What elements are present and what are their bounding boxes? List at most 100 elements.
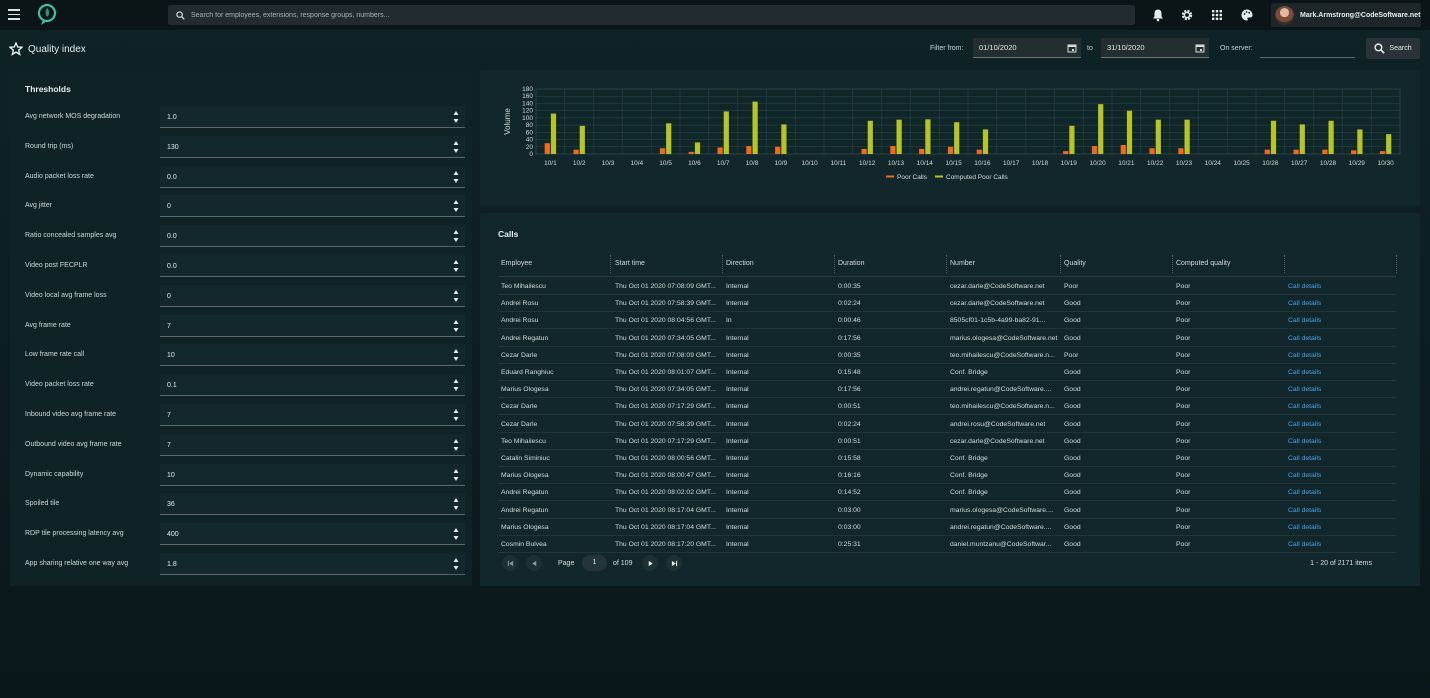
- page-label: Page: [558, 560, 575, 567]
- spinner-arrows-icon[interactable]: [453, 557, 459, 571]
- call-details-link[interactable]: Call details: [1288, 541, 1321, 548]
- threshold-input[interactable]: 0.0: [160, 165, 465, 188]
- threshold-input[interactable]: 130: [160, 135, 465, 158]
- table-row[interactable]: Andrei Regatun Thu Oct 01 2020 08:17:04 G…: [498, 502, 1396, 519]
- threshold-input[interactable]: 1.8: [160, 553, 465, 575]
- spinner-arrows-icon[interactable]: [453, 259, 459, 273]
- spinner-arrows-icon[interactable]: [453, 468, 459, 482]
- bar-computed-poor-calls: [723, 111, 729, 154]
- spinner-arrows-icon[interactable]: [453, 378, 459, 392]
- table-cell: Thu Oct 01 2020 08:17:04 GMT...: [615, 523, 716, 531]
- calendar-icon[interactable]: [1067, 43, 1077, 53]
- threshold-input[interactable]: 0.1: [160, 374, 465, 397]
- calendar-icon[interactable]: [1195, 43, 1205, 53]
- threshold-input[interactable]: 7: [160, 404, 465, 426]
- apps-grid-icon[interactable]: [1210, 8, 1224, 22]
- last-page-button[interactable]: [666, 555, 682, 571]
- table-row[interactable]: Cezar Darle Thu Oct 01 2020 07:58:39 GMT.…: [498, 416, 1396, 433]
- app-logo-icon[interactable]: [37, 4, 57, 26]
- call-details-link[interactable]: Call details: [1288, 489, 1321, 496]
- call-details-link[interactable]: Call details: [1288, 507, 1321, 514]
- search-button[interactable]: Search: [1366, 38, 1420, 59]
- table-row[interactable]: Andrei Regatun Thu Oct 01 2020 07:34:05 G…: [498, 330, 1396, 347]
- bar-poor-calls: [1149, 148, 1155, 154]
- gear-icon[interactable]: [1180, 8, 1194, 22]
- table-cell: Thu Oct 01 2020 07:17:29 GMT...: [615, 437, 716, 445]
- global-search-input[interactable]: [191, 11, 1091, 19]
- table-row[interactable]: Teo Mihailescu Thu Oct 01 2020 07:08:09 G…: [498, 278, 1396, 295]
- user-menu[interactable]: Mark.Armstrong@CodeSoftware.net: [1271, 3, 1421, 27]
- table-cell: Good: [1064, 386, 1081, 394]
- table-row[interactable]: Catalin Siminiuc Thu Oct 01 2020 08:00:56…: [498, 450, 1396, 467]
- table-row[interactable]: Cezar Darle Thu Oct 01 2020 07:08:09 GMT.…: [498, 347, 1396, 364]
- table-row[interactable]: Andrei Rosu Thu Oct 01 2020 08:04:56 GMT.…: [498, 312, 1396, 330]
- call-details-link[interactable]: Call details: [1288, 386, 1321, 393]
- call-details-link[interactable]: Call details: [1288, 369, 1321, 376]
- spinner-arrows-icon[interactable]: [453, 319, 459, 333]
- table-row[interactable]: Marius Ologesa Thu Oct 01 2020 08:00:47 G…: [498, 467, 1396, 485]
- column-header[interactable]: Start time: [615, 260, 645, 267]
- first-page-button[interactable]: [502, 555, 518, 571]
- star-icon[interactable]: [9, 42, 23, 56]
- spinner-arrows-icon[interactable]: [453, 170, 459, 184]
- spinner-arrows-icon[interactable]: [453, 229, 459, 243]
- table-row[interactable]: Andrei Regatun Thu Oct 01 2020 08:02:02 G…: [498, 484, 1396, 502]
- threshold-input[interactable]: 0: [160, 195, 465, 218]
- threshold-input[interactable]: 0.0: [160, 255, 465, 277]
- threshold-input[interactable]: 10: [160, 463, 465, 486]
- from-date-field[interactable]: 01/10/2020: [973, 38, 1081, 58]
- call-details-link[interactable]: Call details: [1288, 403, 1321, 410]
- threshold-input[interactable]: 0.0: [160, 225, 465, 248]
- threshold-input[interactable]: 1.0: [160, 106, 465, 128]
- column-header[interactable]: Computed quality: [1176, 260, 1230, 267]
- threshold-input[interactable]: 7: [160, 433, 465, 456]
- call-details-link[interactable]: Call details: [1288, 524, 1321, 531]
- spinner-arrows-icon[interactable]: [453, 140, 459, 154]
- spinner-arrows-icon[interactable]: [453, 199, 459, 213]
- table-cell: Internal: [726, 455, 749, 462]
- spinner-arrows-icon[interactable]: [453, 497, 459, 511]
- table-row[interactable]: Teo Mihailescu Thu Oct 01 2020 07:17:29 G…: [498, 433, 1396, 450]
- threshold-input[interactable]: 10: [160, 344, 465, 367]
- threshold-input[interactable]: 36: [160, 493, 465, 516]
- table-row[interactable]: Marius Ologesa Thu Oct 01 2020 08:17:04 G…: [498, 519, 1396, 536]
- column-header[interactable]: Duration: [838, 260, 864, 267]
- call-details-link[interactable]: Call details: [1288, 300, 1321, 307]
- spinner-arrows-icon[interactable]: [453, 289, 459, 303]
- palette-icon[interactable]: [1240, 8, 1254, 22]
- call-details-link[interactable]: Call details: [1288, 438, 1321, 445]
- spinner-arrows-icon[interactable]: [453, 348, 459, 362]
- spinner-arrows-icon[interactable]: [453, 438, 459, 452]
- global-search[interactable]: [168, 5, 1135, 25]
- call-details-link[interactable]: Call details: [1288, 335, 1321, 342]
- next-page-button[interactable]: [642, 555, 658, 571]
- spinner-arrows-icon[interactable]: [453, 110, 459, 124]
- page-number-input[interactable]: 1: [582, 555, 607, 571]
- call-details-link[interactable]: Call details: [1288, 283, 1321, 290]
- call-details-link[interactable]: Call details: [1288, 455, 1321, 462]
- call-details-link[interactable]: Call details: [1288, 472, 1321, 479]
- call-details-link[interactable]: Call details: [1288, 317, 1321, 324]
- threshold-input[interactable]: 7: [160, 314, 465, 337]
- spinner-arrows-icon[interactable]: [453, 527, 459, 541]
- table-row[interactable]: Cosmin Bulvea Thu Oct 01 2020 08:17:20 GM…: [498, 536, 1396, 553]
- column-header[interactable]: Direction: [726, 260, 754, 267]
- call-details-link[interactable]: Call details: [1288, 352, 1321, 359]
- table-row[interactable]: Cezar Darle Thu Oct 01 2020 07:17:29 GMT.…: [498, 398, 1396, 416]
- column-header[interactable]: Employee: [501, 260, 532, 267]
- table-cell: Thu Oct 01 2020 07:34:05 GMT...: [615, 334, 716, 342]
- spinner-arrows-icon[interactable]: [453, 408, 459, 422]
- bell-icon[interactable]: [1151, 8, 1165, 22]
- column-header[interactable]: Quality: [1064, 260, 1086, 267]
- server-input[interactable]: [1260, 39, 1355, 58]
- prev-page-button[interactable]: [526, 555, 542, 571]
- threshold-input[interactable]: 0: [160, 284, 465, 307]
- column-header[interactable]: Number: [950, 260, 975, 267]
- threshold-input[interactable]: 400: [160, 523, 465, 546]
- to-date-field[interactable]: 31/10/2020: [1101, 38, 1209, 58]
- table-row[interactable]: Marius Ologesa Thu Oct 01 2020 07:34:05 G…: [498, 381, 1396, 399]
- table-row[interactable]: Eduard Ranghiuc Thu Oct 01 2020 08:01:07 …: [498, 364, 1396, 381]
- call-details-link[interactable]: Call details: [1288, 421, 1321, 428]
- menu-icon[interactable]: [8, 9, 20, 20]
- table-row[interactable]: Andrei Rosu Thu Oct 01 2020 07:58:39 GMT.…: [498, 295, 1396, 313]
